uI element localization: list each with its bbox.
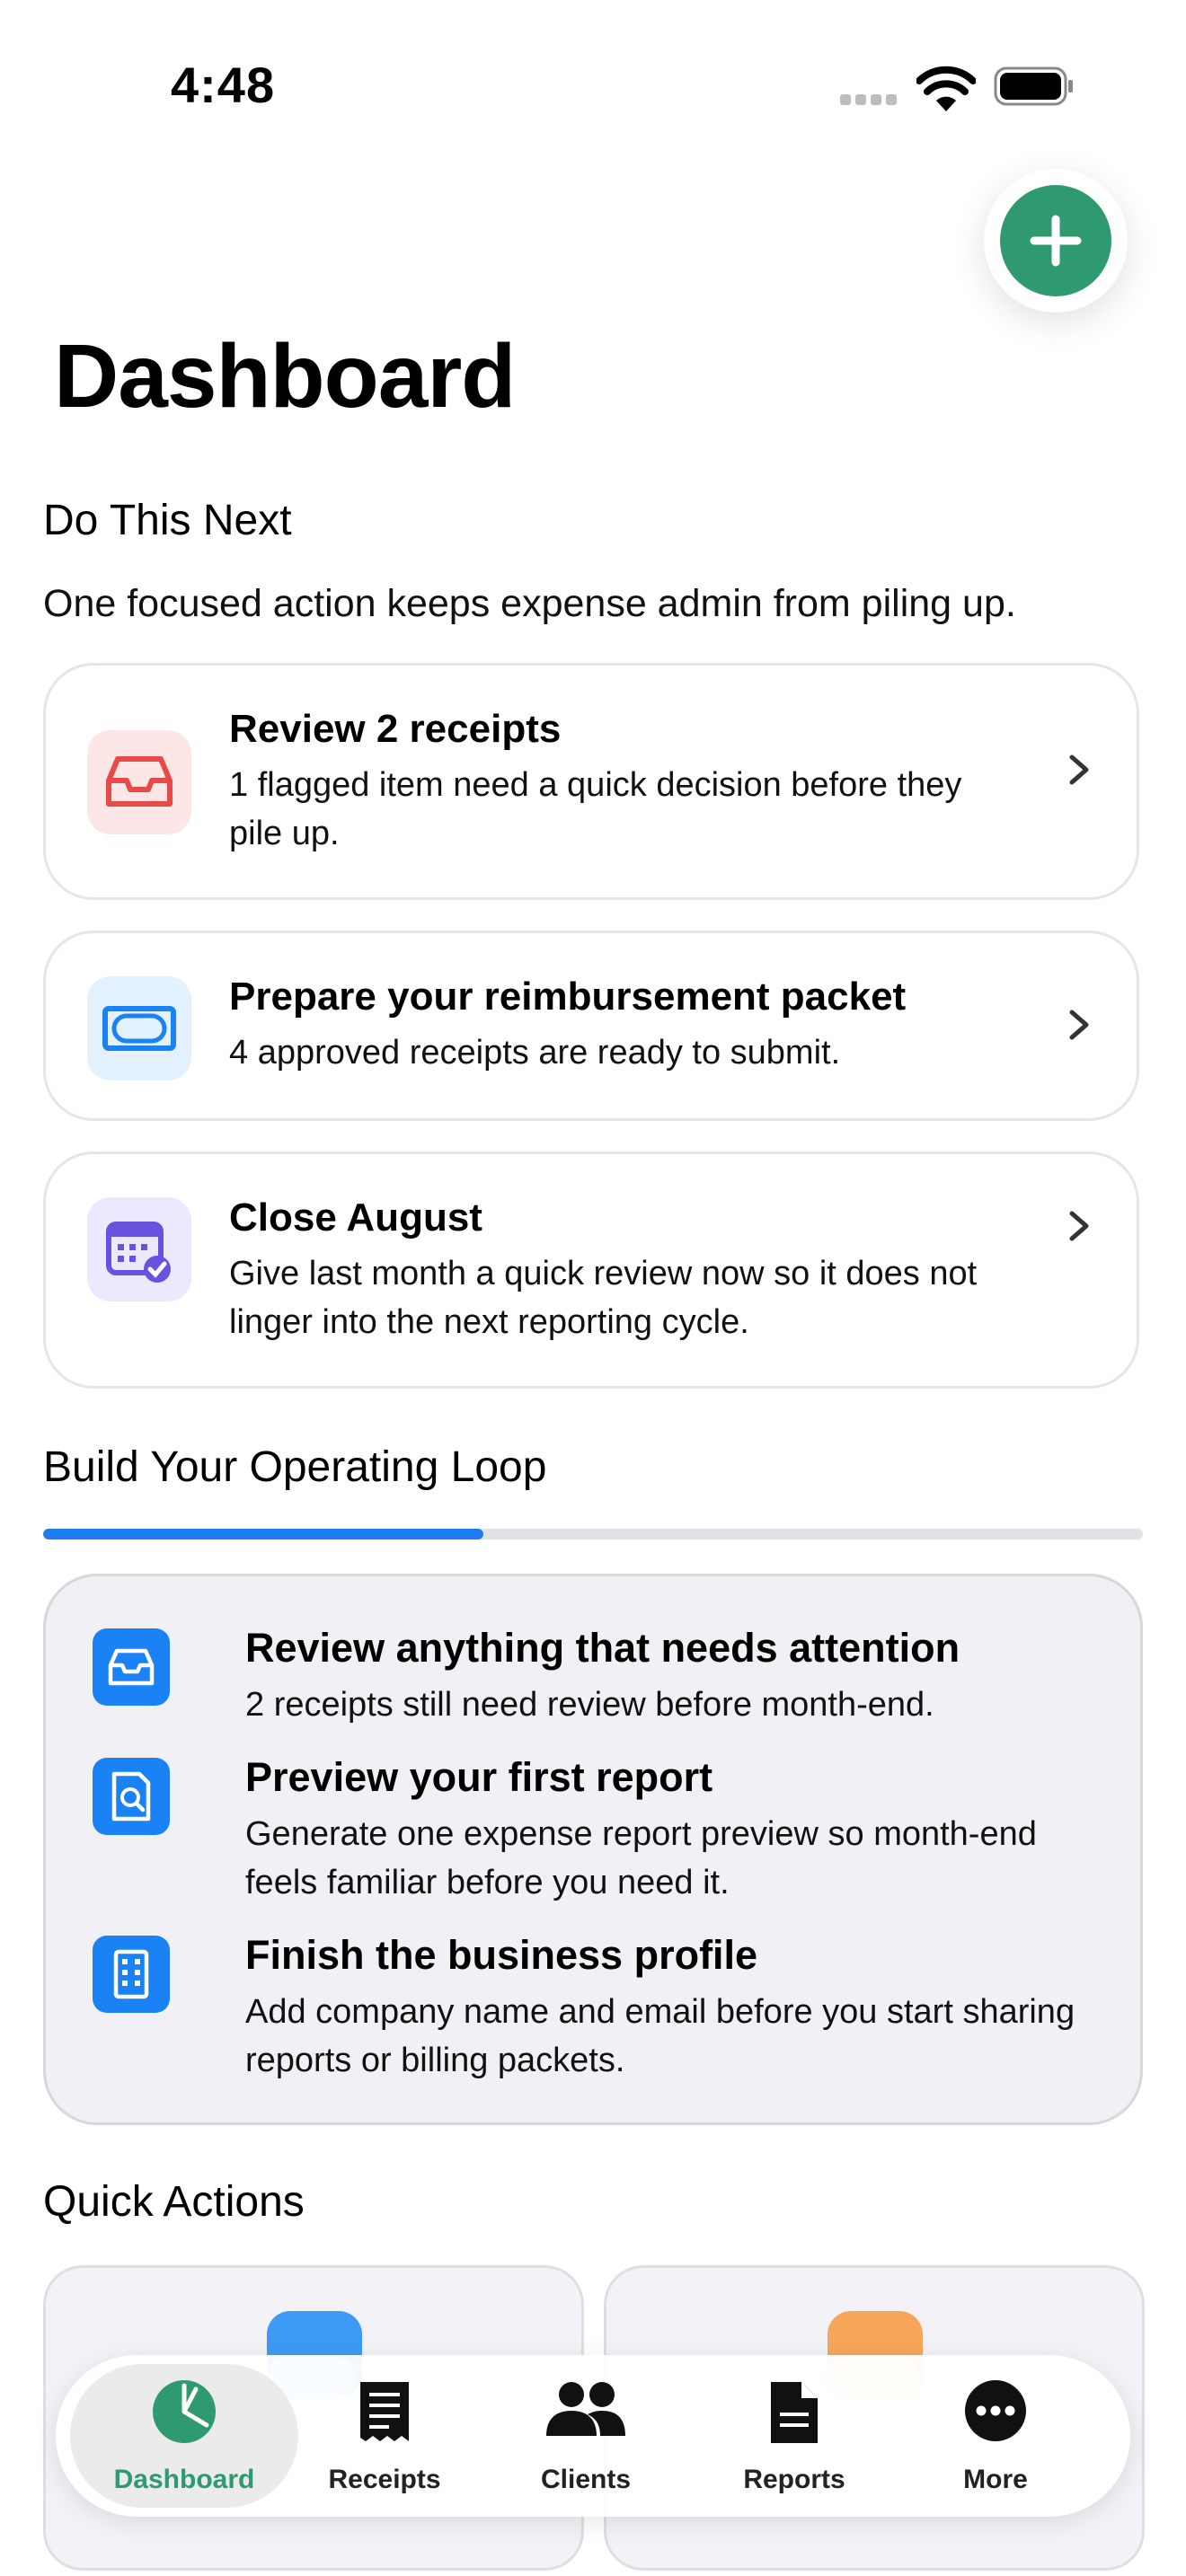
receipt-icon: [360, 2382, 409, 2441]
loop-item-title: Finish the business profile: [245, 1932, 758, 1978]
tab-dashboard[interactable]: Dashboard: [61, 2355, 307, 2517]
tab-reports[interactable]: Reports: [731, 2355, 857, 2517]
tab-label: More: [963, 2465, 1028, 2494]
do-next-subtitle: One focused action keeps expense admin f…: [43, 582, 1016, 625]
do-next-heading: Do This Next: [43, 497, 292, 544]
card-description: 1 flagged item need a quick decision bef…: [229, 766, 962, 852]
page-title: Dashboard: [54, 326, 516, 427]
loop-item-business-profile[interactable]: Finish the business profile Add company …: [93, 1932, 1081, 2085]
chevron-right-icon: [1069, 1211, 1089, 1241]
chevron-right-icon: [1069, 754, 1089, 785]
card-title: Prepare your reimbursement packet: [229, 975, 907, 1019]
wifi-icon: [916, 66, 976, 111]
loop-item-title: Preview your first report: [245, 1754, 713, 1800]
tab-clients[interactable]: Clients: [523, 2355, 649, 2517]
add-button[interactable]: [984, 169, 1128, 313]
action-card-close-august[interactable]: Close August Give last month a quick rev…: [43, 1151, 1139, 1389]
action-card-review-receipts[interactable]: Review 2 receipts 1 flagged item need a …: [43, 663, 1139, 900]
card-title: Review 2 receipts: [229, 707, 562, 751]
calendar-check-icon: [87, 1197, 191, 1301]
chevron-right-icon: [1069, 1010, 1089, 1040]
action-card-reimbursement-packet[interactable]: Prepare your reimbursement packet 4 appr…: [43, 931, 1139, 1121]
tab-label: Receipts: [328, 2465, 441, 2494]
quick-actions-heading: Quick Actions: [43, 2178, 305, 2226]
tab-label: Clients: [540, 2465, 632, 2494]
ellipsis-circle-icon: [965, 2380, 1026, 2441]
document-icon: [771, 2382, 818, 2443]
card-description: 4 approved receipts are ready to submit.: [229, 1034, 841, 1072]
people-icon: [546, 2382, 625, 2436]
tab-more[interactable]: More: [942, 2355, 1049, 2517]
loop-item-description: Add company name and email before you st…: [245, 1993, 1075, 2079]
tab-bar: Dashboard Receipts Clients Reports More: [56, 2355, 1130, 2517]
tab-label: Dashboard: [113, 2465, 255, 2494]
status-time: 4:48: [171, 57, 276, 113]
building-icon: [93, 1936, 170, 2013]
inbox-tray-icon: [93, 1628, 170, 1706]
loop-item-review[interactable]: Review anything that needs attention 2 r…: [93, 1625, 1081, 1733]
operating-loop-panel: Review anything that needs attention 2 r…: [43, 1574, 1143, 2125]
card-description: Give last month a quick review now so it…: [229, 1255, 978, 1341]
cellular-signal-icon: [840, 93, 903, 105]
pie-chart-icon: [153, 2380, 216, 2443]
plus-icon: [1000, 185, 1111, 296]
battery-icon: [994, 66, 1073, 106]
inbox-tray-icon: [87, 730, 191, 834]
operating-loop-heading: Build Your Operating Loop: [43, 1443, 547, 1491]
loop-item-description: Generate one expense report preview so m…: [245, 1815, 1037, 1901]
loop-item-preview-report[interactable]: Preview your first report Generate one e…: [93, 1754, 1081, 1907]
card-title: Close August: [229, 1195, 482, 1239]
report-search-icon: [93, 1758, 170, 1835]
loop-item-title: Review anything that needs attention: [245, 1625, 960, 1671]
loop-item-description: 2 receipts still need review before mont…: [245, 1686, 934, 1724]
tab-label: Reports: [743, 2465, 845, 2494]
operating-loop-progress: [43, 1529, 1143, 1539]
tab-receipts[interactable]: Receipts: [322, 2355, 447, 2517]
banknote-icon: [87, 976, 191, 1081]
